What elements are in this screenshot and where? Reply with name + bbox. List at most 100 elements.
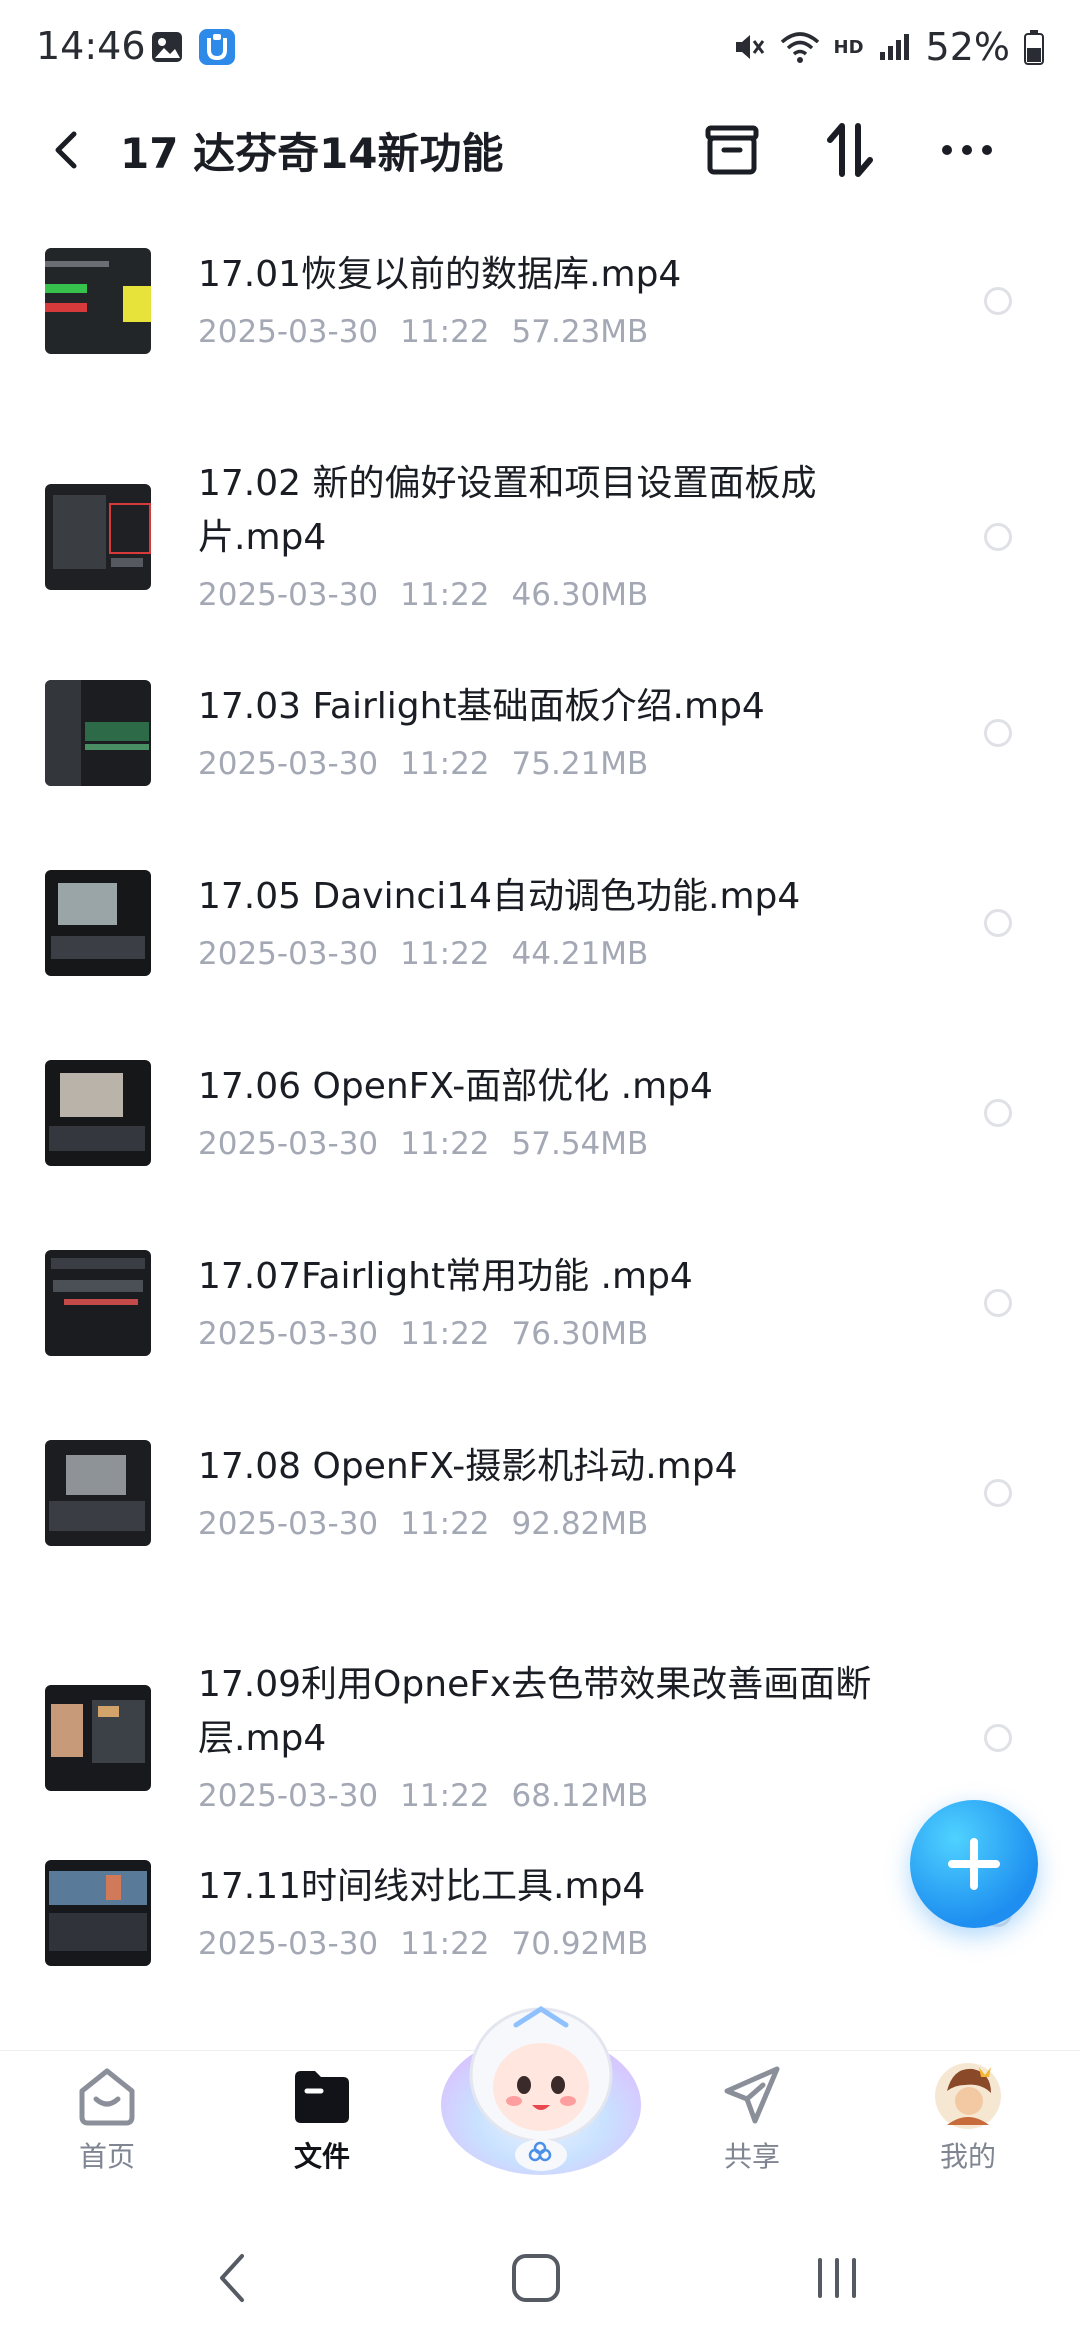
file-name: 17.01恢复以前的数据库.mp4 [198,254,682,295]
file-row[interactable]: 17.09利用OpneFx去色带效果改善画面断层.mp4 2025-03-30 11… [0,1658,1080,1818]
file-size: 70.92MB [511,1926,649,1962]
signal-icon [879,34,909,60]
nav-files[interactable]: 文件 [262,2061,382,2175]
select-radio[interactable] [984,1099,1012,1127]
send-icon [724,2066,780,2124]
file-date: 2025-03-30 [198,314,379,350]
file-date: 2025-03-30 [198,1506,379,1542]
file-date: 2025-03-30 [198,936,379,972]
page-title: 17 达芬奇14新功能 [120,129,504,178]
file-row[interactable]: 17.07Fairlight常用功能 .mp4 2025-03-30 11:22 76… [0,1250,1080,1356]
app-notification-icon [199,29,235,65]
status-bar: 14:46 HD 52% [0,0,1080,100]
file-time: 11:22 [400,1778,490,1814]
file-name: 17.06 OpenFX-面部优化 .mp4 [198,1066,713,1107]
video-thumbnail [45,1440,151,1546]
home-icon [79,2068,135,2126]
video-thumbnail [45,1250,151,1356]
nav-home-label: 首页 [78,2140,135,2173]
select-radio[interactable] [984,287,1012,315]
file-time: 11:22 [400,1926,490,1962]
select-radio[interactable] [984,1289,1012,1317]
file-size: 68.12MB [511,1778,649,1814]
select-radio[interactable] [984,909,1012,937]
wifi-icon [780,32,819,63]
add-button[interactable] [910,1800,1038,1928]
file-row[interactable]: 17.05 Davinci14自动调色功能.mp4 2025-03-30 11:22… [0,870,1080,976]
file-row[interactable]: 17.08 OpenFX-摄影机抖动.mp4 2025-03-30 11:22 92.… [0,1440,1080,1546]
hd-indicator: HD [833,36,864,58]
more-icon[interactable] [935,118,999,182]
file-name: 17.05 Davinci14自动调色功能.mp4 [198,876,801,917]
file-row[interactable]: 17.02 新的偏好设置和项目设置面板成片.mp4 2025-03-30 11:22… [0,457,1080,617]
file-date: 2025-03-30 [198,746,379,782]
nav-share[interactable]: 共享 [692,2061,812,2175]
file-meta: 2025-03-30 11:22 75.21MB [198,746,648,782]
sort-icon[interactable] [818,118,882,182]
file-time: 11:22 [400,746,490,782]
video-thumbnail [45,248,151,354]
system-home-icon[interactable] [508,2250,564,2306]
file-date: 2025-03-30 [198,1926,379,1962]
mute-icon [735,35,764,59]
plus-icon [948,1838,1000,1890]
file-time: 11:22 [400,577,490,613]
folder-icon [295,2071,349,2123]
file-meta: 2025-03-30 11:22 76.30MB [198,1316,648,1352]
file-name: 17.11时间线对比工具.mp4 [198,1866,646,1907]
gallery-notification-icon [152,32,182,62]
file-time: 11:22 [400,314,490,350]
file-time: 11:22 [400,1126,490,1162]
assistant-mascot-button[interactable] [436,1995,646,2185]
file-size: 76.30MB [511,1316,649,1352]
file-time: 11:22 [400,936,490,972]
file-row[interactable]: 17.03 Fairlight基础面板介绍.mp4 2025-03-30 11:22… [0,680,1080,786]
file-size: 92.82MB [511,1506,649,1542]
file-time: 11:22 [400,1506,490,1542]
video-thumbnail [45,1685,151,1791]
file-size: 75.21MB [511,746,649,782]
file-name: 17.03 Fairlight基础面板介绍.mp4 [198,686,765,727]
file-row[interactable]: 17.01恢复以前的数据库.mp4 2025-03-30 11:22 57.23MB [0,248,1080,354]
file-name: 17.08 OpenFX-摄影机抖动.mp4 [198,1446,738,1487]
select-radio[interactable] [984,719,1012,747]
battery-icon [1024,30,1044,65]
nav-share-label: 共享 [723,2140,780,2173]
nav-home[interactable]: 首页 [47,2061,167,2175]
file-name: 17.09利用OpneFx去色带效果改善画面断层.mp4 [198,1664,872,1759]
file-meta: 2025-03-30 11:22 57.54MB [198,1126,648,1162]
file-size: 44.21MB [511,936,649,972]
system-nav-bar [0,2200,1080,2340]
file-meta: 2025-03-30 11:22 44.21MB [198,936,648,972]
file-meta: 2025-03-30 11:22 68.12MB [198,1778,648,1814]
system-back-icon[interactable] [212,2250,252,2306]
battery-percent: 52% [925,25,1010,69]
video-thumbnail [45,1060,151,1166]
nav-mine-label: 我的 [939,2140,996,2173]
nav-files-label: 文件 [293,2140,350,2173]
file-size: 46.30MB [511,577,649,613]
video-thumbnail [45,1860,151,1966]
video-thumbnail [45,870,151,976]
file-size: 57.23MB [511,314,649,350]
file-row[interactable]: 17.06 OpenFX-面部优化 .mp4 2025-03-30 11:22 57.… [0,1060,1080,1166]
file-meta: 2025-03-30 11:22 57.23MB [198,314,648,350]
file-date: 2025-03-30 [198,577,379,613]
status-time: 14:46 [36,24,146,68]
file-date: 2025-03-30 [198,1126,379,1162]
back-icon[interactable] [40,122,96,178]
video-thumbnail [45,680,151,786]
top-bar: 17 达芬奇14新功能 [0,100,1080,200]
file-name: 17.02 新的偏好设置和项目设置面板成片.mp4 [198,463,817,558]
file-size: 57.54MB [511,1126,649,1162]
archive-icon[interactable] [700,118,764,182]
file-meta: 2025-03-30 11:22 70.92MB [198,1926,648,1962]
select-radio[interactable] [984,1724,1012,1752]
select-radio[interactable] [984,1479,1012,1507]
nav-mine[interactable]: 我的 [908,2061,1028,2175]
select-radio[interactable] [984,523,1012,551]
file-time: 11:22 [400,1316,490,1352]
system-recents-icon[interactable] [812,2250,862,2306]
file-meta: 2025-03-30 11:22 92.82MB [198,1506,648,1542]
file-meta: 2025-03-30 11:22 46.30MB [198,577,648,613]
